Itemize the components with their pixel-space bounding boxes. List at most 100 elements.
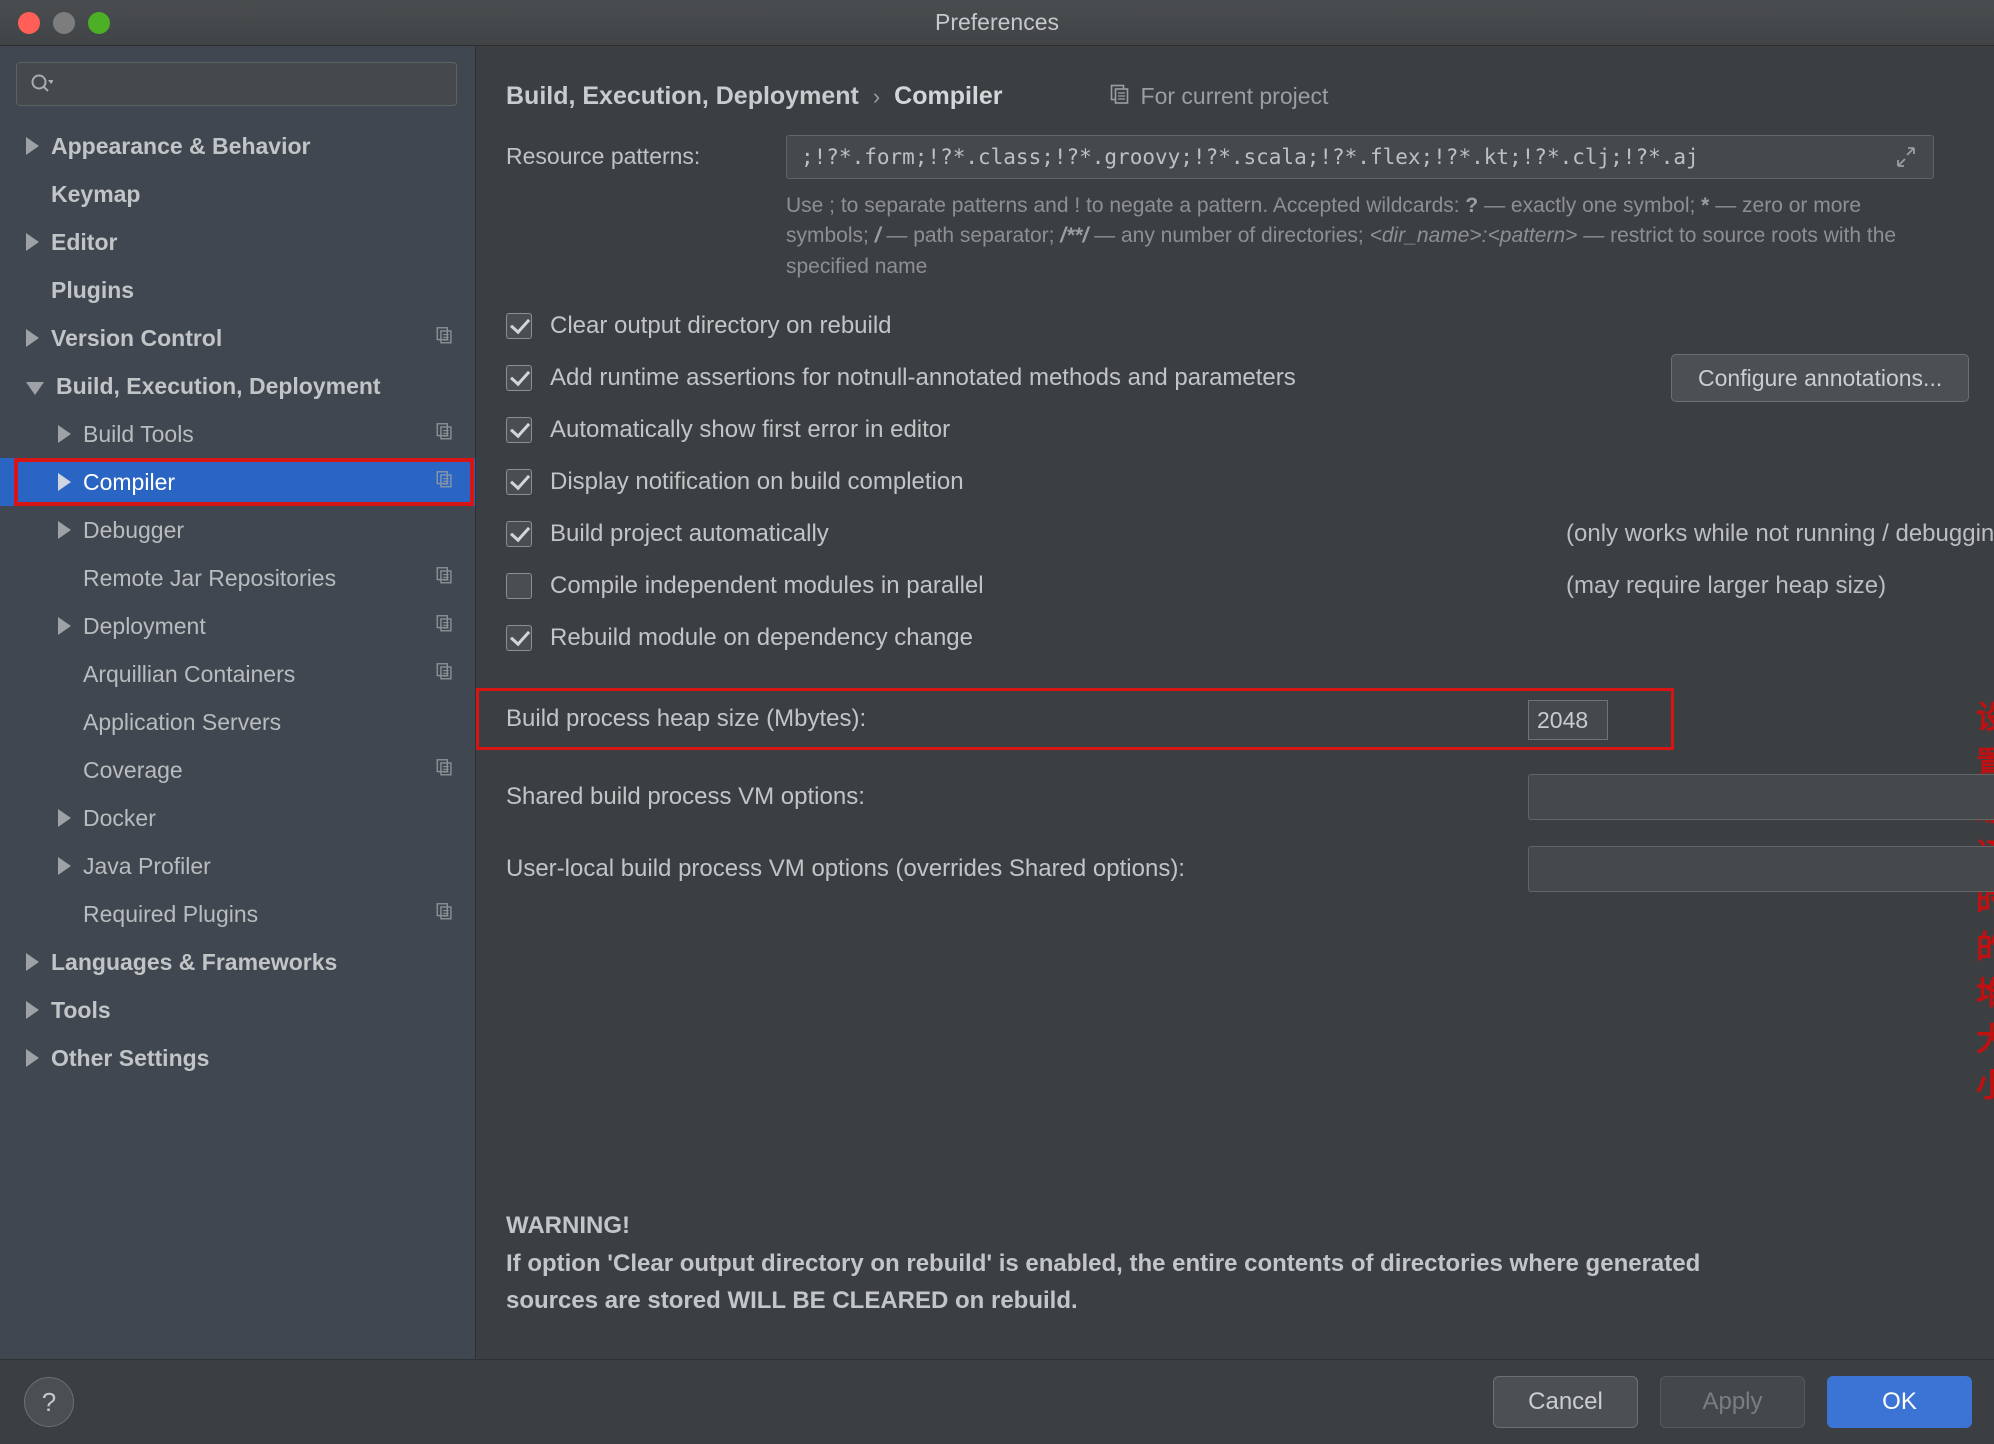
sidebar-item-editor[interactable]: Editor [0,218,475,266]
ok-button[interactable]: OK [1827,1376,1972,1428]
hint-text-7: — restrict to [1577,224,1697,248]
sidebar-item-deployment[interactable]: Deployment [0,602,475,650]
copy-icon [435,901,455,928]
chevron-right-icon[interactable] [58,473,71,491]
chevron-right-icon[interactable] [58,809,71,827]
option-label[interactable]: Clear output directory on rebuild [550,312,892,340]
chevron-right-icon[interactable] [58,617,71,635]
sidebar-item-label: Languages & Frameworks [51,948,338,975]
chevron-right-icon[interactable] [26,1049,39,1067]
chevron-right-icon[interactable] [26,233,39,251]
help-button[interactable]: ? [24,1377,74,1427]
hint-text-5: — path separator; [880,224,1061,248]
search-box[interactable] [16,62,457,106]
checkbox[interactable] [506,573,532,600]
zoom-button[interactable] [88,11,110,34]
option-label[interactable]: Automatically show first error in editor [550,416,950,444]
checkbox[interactable] [506,313,532,340]
resource-patterns-field[interactable]: ;!?*.form;!?*.class;!?*.groovy;!?*.scala… [786,135,1934,179]
apply-button[interactable]: Apply [1660,1376,1805,1428]
breadcrumb: Build, Execution, Deployment › Compiler … [476,46,1994,111]
configure-annotations-button[interactable]: Configure annotations... [1671,354,1970,403]
chevron-right-icon[interactable] [58,425,71,443]
breadcrumb-parent[interactable]: Build, Execution, Deployment [506,82,859,111]
window-title: Preferences [934,9,1059,35]
minimize-button[interactable] [53,11,75,34]
chevron-right-icon[interactable] [26,137,39,155]
option-label[interactable]: Build project automatically [550,520,829,548]
search-icon [29,72,53,96]
close-button[interactable] [18,11,40,34]
option-label[interactable]: Display notification on build completion [550,468,964,496]
sidebar-item-keymap[interactable]: Keymap [0,170,475,218]
sidebar-item-tools[interactable]: Tools [0,986,475,1034]
sidebar-item-docker[interactable]: Docker [0,794,475,842]
checkbox[interactable] [506,469,532,496]
sidebar-item-languages-frameworks[interactable]: Languages & Frameworks [0,938,475,986]
sidebar-item-build-tools[interactable]: Build Tools [0,410,475,458]
option-label[interactable]: Add runtime assertions for notnull-annot… [550,364,1296,392]
checkbox[interactable] [506,417,532,444]
option-label[interactable]: Rebuild module on dependency change [550,624,973,652]
hint-text-6: — any number of directories; [1088,224,1370,248]
sidebar-item-application-servers[interactable]: Application Servers [0,698,475,746]
sidebar-item-version-control[interactable]: Version Control [0,314,475,362]
sidebar-item-label: Appearance & Behavior [51,132,311,159]
checkbox[interactable] [506,625,532,652]
warning-line-1: If option 'Clear output directory on reb… [506,1249,1701,1277]
warning-text: WARNING! If option 'Clear output directo… [506,1207,1700,1319]
checkbox[interactable] [506,521,532,548]
shared-vm-options-input[interactable] [1528,774,1994,821]
userlocal-vm-options-input[interactable] [1528,846,1994,893]
sidebar-item-remote-jar-repositories[interactable]: Remote Jar Repositories [0,554,475,602]
sidebar-item-debugger[interactable]: Debugger [0,506,475,554]
sidebar-item-label: Other Settings [51,1044,210,1071]
expand-arrows-icon[interactable] [1893,144,1919,170]
heap-size-row: Build process heap size (Mbytes): 设置编译时的… [476,688,1994,1104]
sidebar-item-plugins[interactable]: Plugins [0,266,475,314]
sidebar-item-build-execution-deployment[interactable]: Build, Execution, Deployment [0,362,475,410]
chevron-right-icon[interactable] [58,857,71,875]
sidebar-item-label: Application Servers [83,708,282,735]
sidebar-item-compiler[interactable]: Compiler [0,458,475,506]
for-current-project: For current project [1109,83,1329,111]
cancel-button[interactable]: Cancel [1493,1376,1638,1428]
sidebar-item-coverage[interactable]: Coverage [0,746,475,794]
copy-icon [435,661,455,688]
chevron-down-icon[interactable] [26,381,44,395]
copy-icon [435,757,455,784]
sidebar-item-label: Editor [51,228,118,255]
chevron-right-icon[interactable] [26,329,39,347]
sidebar-item-arquillian-containers[interactable]: Arquillian Containers [0,650,475,698]
search-input[interactable] [61,73,444,95]
sidebar-item-label: Docker [83,804,156,831]
shared-vm-options-label: Shared build process VM options: [506,783,865,811]
option-row: Rebuild module on dependency change [506,612,1994,664]
sidebar-item-appearance-behavior[interactable]: Appearance & Behavior [0,122,475,170]
sidebar-item-required-plugins[interactable]: Required Plugins [0,890,475,938]
settings-sidebar: Appearance & Behavior Keymap Editor Plugins… [0,46,476,1359]
sidebar-item-label: Plugins [51,276,135,303]
sidebar-item-label: Required Plugins [83,900,259,927]
chevron-right-icon[interactable] [58,521,71,539]
option-row: Clear output directory on rebuild [506,300,1994,352]
sidebar-item-label: Deployment [83,612,206,639]
chevron-right-icon[interactable] [26,953,39,971]
hint-globstar: /**/ [1060,224,1089,248]
sidebar-item-java-profiler[interactable]: Java Profiler [0,842,475,890]
sidebar-item-label: Build, Execution, Deployment [56,372,381,399]
resource-patterns-row: Resource patterns: ;!?*.form;!?*.class;!… [476,111,1994,179]
option-label[interactable]: Compile independent modules in parallel [550,572,984,600]
resource-patterns-value[interactable]: ;!?*.form;!?*.class;!?*.groovy;!?*.scala… [801,145,1883,169]
sidebar-item-other-settings[interactable]: Other Settings [0,1034,475,1082]
chevron-right-icon[interactable] [26,1001,39,1019]
for-current-project-label: For current project [1140,83,1329,109]
sidebar-item-label: Arquillian Containers [83,660,296,687]
heap-size-label: Build process heap size (Mbytes): [506,705,867,733]
settings-tree: Appearance & Behavior Keymap Editor Plugins… [0,122,475,1082]
dialog-footer: ? Cancel Apply OK [0,1359,1994,1444]
checkbox[interactable] [506,365,532,392]
heap-size-input[interactable] [1528,700,1608,741]
sidebar-item-label: Tools [51,996,111,1023]
hint-text-1: Use ; to separate patterns and ! to nega… [786,194,1466,217]
